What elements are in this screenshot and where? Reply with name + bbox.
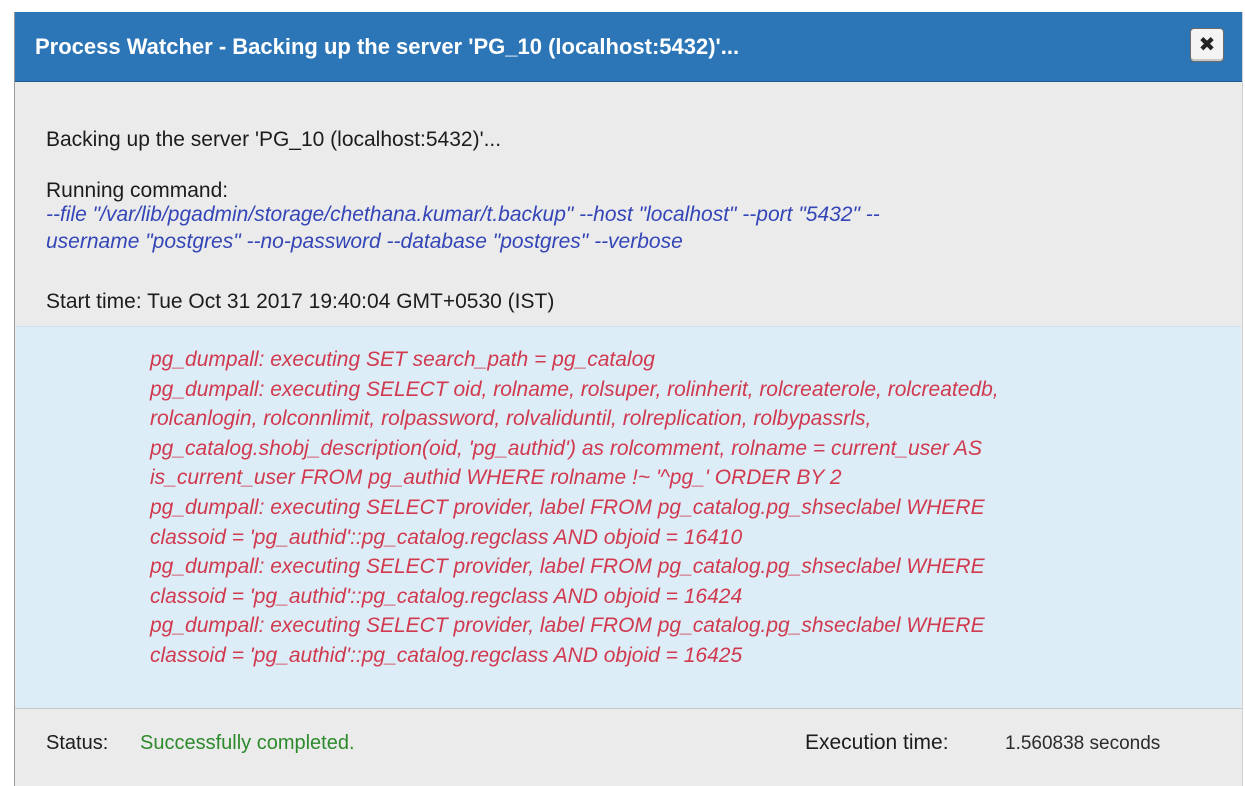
- log-line: classoid = 'pg_authid'::pg_catalog.regcl…: [150, 525, 743, 549]
- command-label: Running command:: [46, 179, 229, 202]
- status-value: Successfully completed.: [140, 732, 355, 754]
- process-description: Backing up the server 'PG_10 (localhost:…: [46, 128, 502, 151]
- command-line: --file "/var/lib/pgadmin/storage/chethan…: [46, 203, 880, 226]
- execution-time-value: 1.560838 seconds: [1005, 733, 1161, 754]
- log-line: classoid = 'pg_authid'::pg_catalog.regcl…: [150, 643, 743, 667]
- log-line: pg_dumpall: executing SELECT oid, rolnam…: [150, 377, 999, 401]
- command-text: --file "/var/lib/pgadmin/storage/chethan…: [46, 201, 1216, 255]
- close-icon: ✖: [1198, 32, 1216, 56]
- process-watcher-dialog: Process Watcher - Backing up the server …: [14, 12, 1243, 786]
- dialog-titlebar[interactable]: Process Watcher - Backing up the server …: [15, 12, 1242, 82]
- log-line: pg_dumpall: executing SELECT provider, l…: [150, 614, 985, 638]
- start-time: Start time: Tue Oct 31 2017 19:40:04 GMT…: [46, 290, 555, 313]
- process-log-panel[interactable]: pg_dumpall: executing SET search_path = …: [16, 326, 1241, 708]
- log-line: pg_catalog.shobj_description(oid, 'pg_au…: [150, 436, 982, 460]
- log-line: pg_dumpall: executing SET search_path = …: [150, 348, 655, 371]
- close-button[interactable]: ✖: [1190, 28, 1224, 62]
- log-line: pg_dumpall: executing SELECT provider, l…: [150, 495, 985, 519]
- log-line: is_current_user FROM pg_authid WHERE rol…: [150, 466, 842, 490]
- log-line: pg_dumpall: executing SELECT provider, l…: [150, 555, 985, 579]
- log-line: classoid = 'pg_authid'::pg_catalog.regcl…: [150, 584, 743, 608]
- status-label: Status:: [46, 732, 109, 754]
- dialog-title: Process Watcher - Backing up the server …: [35, 34, 740, 59]
- execution-time-label: Execution time:: [805, 731, 949, 754]
- log-line: rolcanlogin, rolconnlimit, rolpassword, …: [150, 407, 872, 431]
- command-line: username "postgres" --no-password --data…: [46, 230, 683, 253]
- dialog-footer: Status: Successfully completed. Executio…: [15, 708, 1242, 778]
- log-output: pg_dumpall: executing SET search_path = …: [150, 345, 1220, 671]
